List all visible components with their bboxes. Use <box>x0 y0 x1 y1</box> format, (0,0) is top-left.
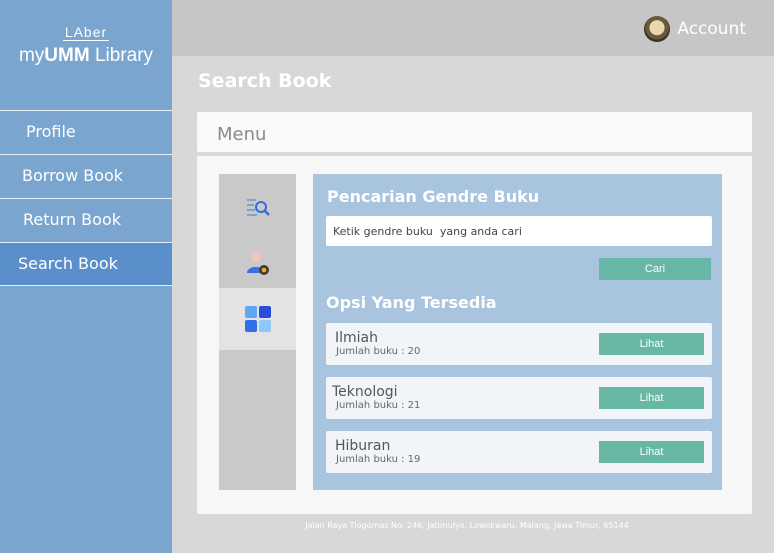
brand-rule <box>63 40 109 41</box>
sidebar: LAber myUMM Library Profile Borrow Book … <box>0 0 172 553</box>
brand-small-text: LAber <box>64 24 108 40</box>
page-title: Search Book <box>198 70 332 92</box>
search-list-icon <box>246 199 270 216</box>
view-button[interactable]: Lihat <box>599 333 704 355</box>
footer-address: Jalan Raya Tlogomas No. 246, Jatimulyo, … <box>305 521 629 530</box>
search-panel: Pencarian Gendre Buku Cari Opsi Yang Ter… <box>313 174 722 490</box>
brand-prefix: my <box>18 45 45 66</box>
sidebar-item-profile[interactable]: Profile <box>0 110 172 154</box>
menu-title: Menu <box>217 124 267 145</box>
list-item-ilmiah: Ilmiah Jumlah buku : 20 Lihat <box>326 323 712 365</box>
option-count: Jumlah buku : 21 <box>336 400 421 411</box>
option-count: Jumlah buku : 20 <box>336 346 421 357</box>
sidebar-item-search-book[interactable]: Search Book <box>0 242 172 286</box>
sidebar-nav: Profile Borrow Book Return Book Search B… <box>0 110 172 286</box>
option-name: Hiburan <box>335 438 391 454</box>
brand-bold: UMM <box>44 45 90 66</box>
sidebar-item-label: Borrow Book <box>22 166 124 185</box>
avatar[interactable] <box>644 16 671 42</box>
menu-header: Menu <box>197 112 752 152</box>
brand-name: myUMM Library <box>0 45 172 67</box>
search-input[interactable] <box>326 216 712 246</box>
account-menu[interactable]: Account <box>644 16 746 42</box>
brand-logo[interactable]: LAber myUMM Library <box>0 24 172 67</box>
brand-suffix: Library <box>89 45 154 66</box>
sidebar-item-label: Return Book <box>23 210 121 229</box>
option-count: Jumlah buku : 19 <box>336 454 421 465</box>
user-search-icon <box>246 252 269 275</box>
tool-strip <box>219 174 296 490</box>
list-item-hiburan: Hiburan Jumlah buku : 19 Lihat <box>326 431 712 473</box>
search-title: Pencarian Gendre Buku <box>327 187 540 206</box>
grid-icon <box>244 306 271 332</box>
sidebar-item-label: Search Book <box>18 254 118 273</box>
search-button[interactable]: Cari <box>599 258 711 280</box>
sidebar-item-return-book[interactable]: Return Book <box>0 198 172 242</box>
sidebar-item-borrow-book[interactable]: Borrow Book <box>0 154 172 198</box>
option-name: Teknologi <box>332 384 398 400</box>
tool-search-list[interactable] <box>219 176 296 238</box>
view-button[interactable]: Lihat <box>599 441 704 463</box>
top-bar: Account <box>172 0 774 56</box>
options-title: Opsi Yang Tersedia <box>326 293 497 312</box>
option-name: Ilmiah <box>335 330 378 346</box>
list-item-teknologi: Teknologi Jumlah buku : 21 Lihat <box>326 377 712 419</box>
tool-grid[interactable] <box>219 288 296 350</box>
view-button[interactable]: Lihat <box>599 387 704 409</box>
account-label[interactable]: Account <box>677 19 746 39</box>
sidebar-item-label: Profile <box>26 122 76 141</box>
tool-user-search[interactable] <box>219 232 296 294</box>
